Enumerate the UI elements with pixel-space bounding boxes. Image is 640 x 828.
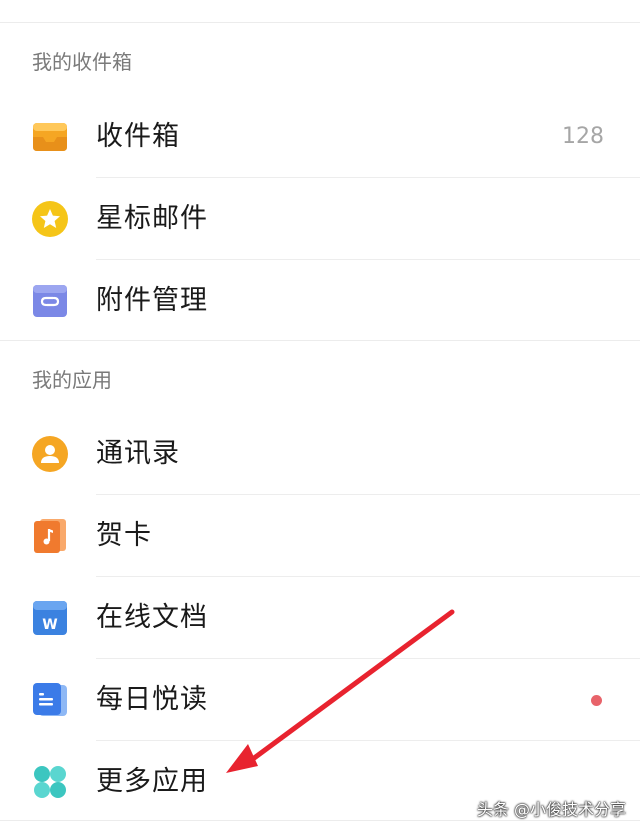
attachments-label: 附件管理 bbox=[96, 285, 208, 316]
greeting-card-icon bbox=[34, 519, 66, 553]
unread-dot bbox=[591, 695, 602, 706]
section-divider bbox=[0, 340, 640, 341]
attachment-icon bbox=[33, 285, 67, 317]
sidebar-item-starred[interactable]: 星标邮件 bbox=[0, 178, 640, 260]
more-apps-icon bbox=[34, 766, 66, 798]
svg-text:W: W bbox=[42, 617, 57, 633]
contacts-icon bbox=[32, 436, 68, 472]
greeting-card-label: 贺卡 bbox=[96, 520, 152, 551]
app-item-daily-reading[interactable]: 每日悦读 bbox=[0, 659, 640, 741]
watermark: 头条 @小俊技术分享 bbox=[476, 800, 626, 819]
daily-reading-label: 每日悦读 bbox=[96, 684, 208, 715]
mailbox-section-title: 我的收件箱 bbox=[32, 50, 132, 74]
starred-label: 星标邮件 bbox=[96, 203, 208, 234]
inbox-label: 收件箱 bbox=[96, 121, 180, 152]
sidebar-item-attachments[interactable]: 附件管理 bbox=[0, 260, 640, 342]
inbox-count: 128 bbox=[562, 124, 604, 149]
sidebar-item-inbox[interactable]: 收件箱 128 bbox=[0, 96, 640, 178]
contacts-label: 通讯录 bbox=[96, 438, 180, 469]
app-item-online-docs[interactable]: W 在线文档 bbox=[0, 577, 640, 659]
bottom-divider bbox=[0, 820, 640, 821]
online-docs-label: 在线文档 bbox=[96, 602, 208, 633]
inbox-tray-icon bbox=[33, 123, 67, 151]
app-item-greeting-card[interactable]: 贺卡 bbox=[0, 495, 640, 577]
more-apps-label: 更多应用 bbox=[96, 766, 208, 797]
app-item-contacts[interactable]: 通讯录 bbox=[0, 413, 640, 495]
top-divider bbox=[0, 22, 640, 23]
word-doc-icon: W bbox=[33, 601, 67, 635]
star-icon bbox=[32, 201, 68, 237]
reading-icon bbox=[33, 683, 67, 716]
apps-section-title: 我的应用 bbox=[32, 368, 112, 392]
